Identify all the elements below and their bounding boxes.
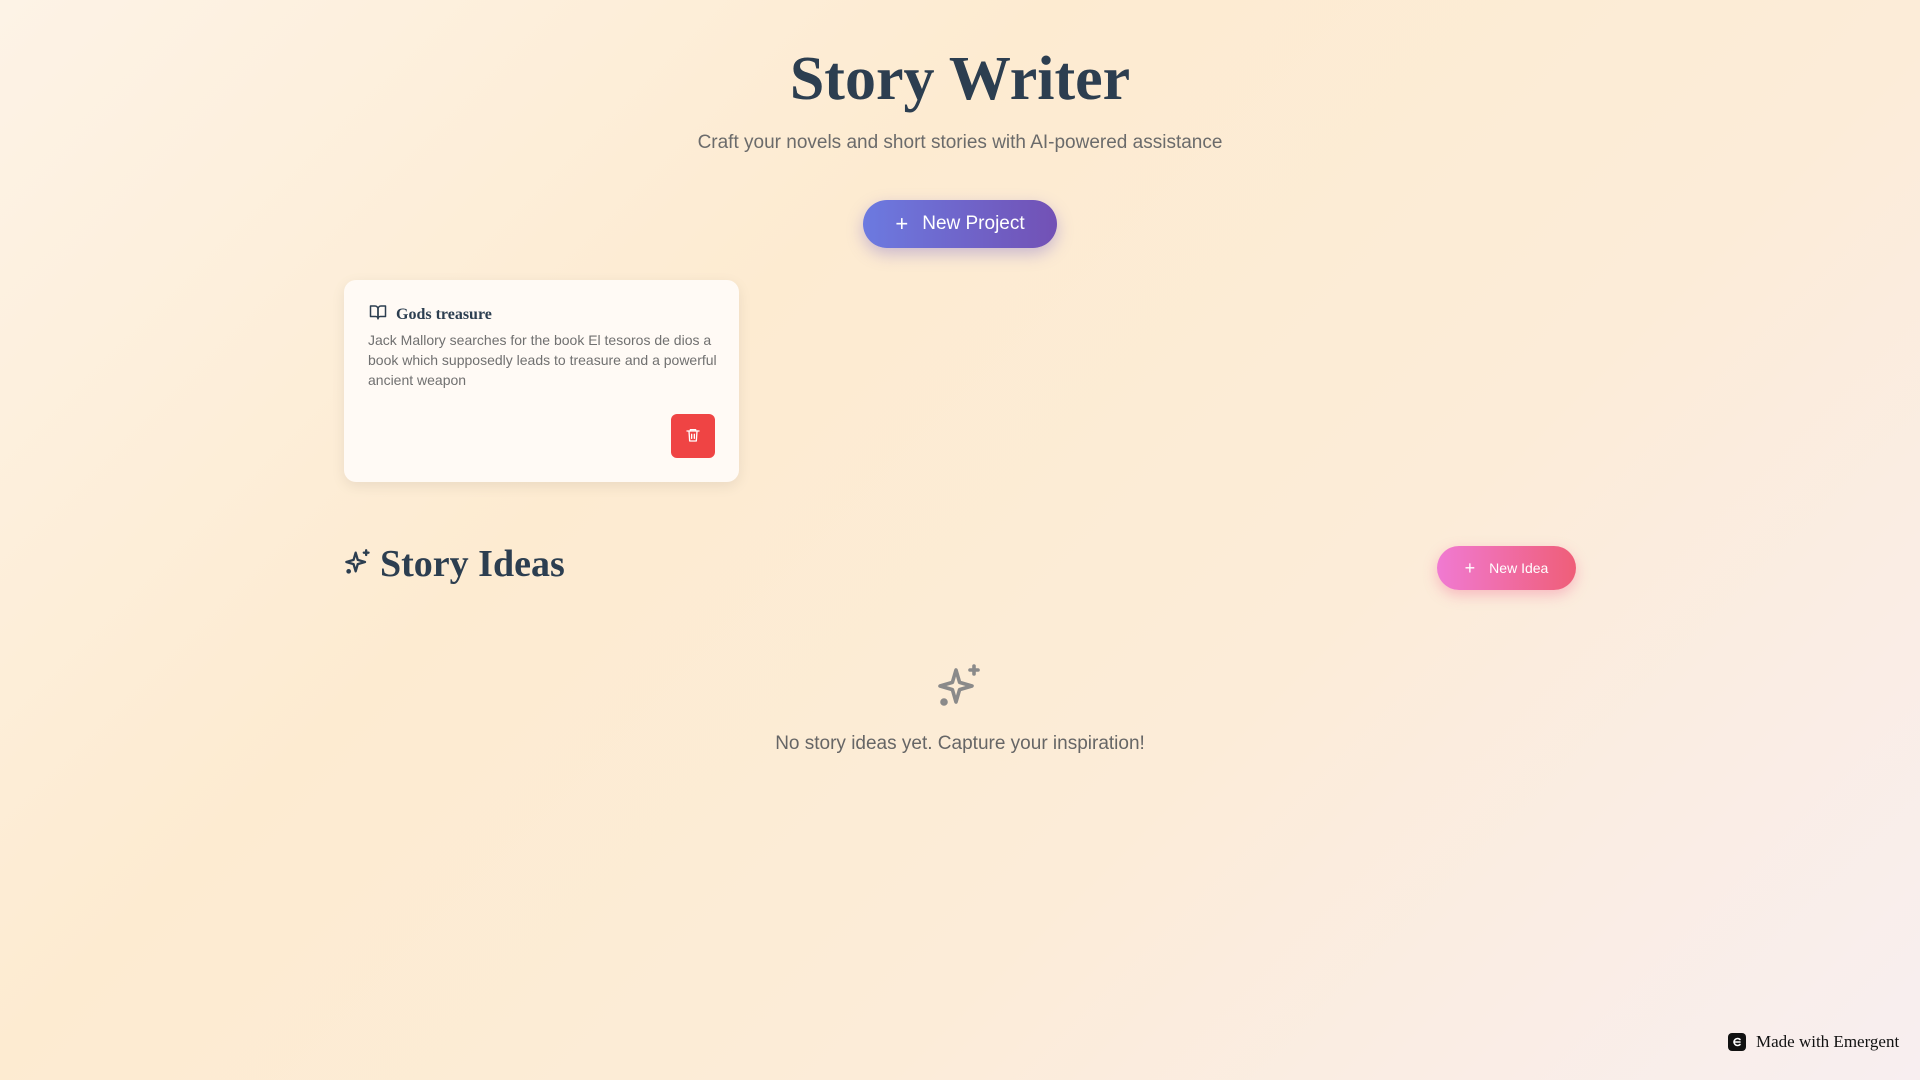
- project-card[interactable]: Gods treasure Jack Mallory searches for …: [344, 280, 739, 482]
- delete-project-button[interactable]: [671, 414, 715, 458]
- project-title: Gods treasure: [396, 305, 492, 323]
- sparkles-icon: [936, 662, 984, 715]
- page-subtitle: Craft your novels and short stories with…: [697, 132, 1223, 153]
- sparkles-icon: [344, 548, 372, 581]
- project-description: Jack Mallory searches for the book El te…: [368, 332, 717, 388]
- header: Story Writer Craft your novels and short…: [0, 0, 1920, 154]
- page-title: Story Writer: [789, 45, 1131, 113]
- plus-icon: +: [895, 211, 909, 236]
- plus-icon: +: [1464, 558, 1476, 578]
- ideas-empty-state: No story ideas yet. Capture your inspira…: [0, 662, 1920, 755]
- trash-icon: [685, 427, 701, 446]
- empty-state-message: No story ideas yet. Capture your inspira…: [775, 733, 1145, 754]
- emergent-logo-icon: [1728, 1033, 1746, 1051]
- new-project-label: New Project: [922, 213, 1025, 234]
- badge-label: Made with Emergent: [1756, 1032, 1900, 1051]
- story-ideas-title: Story Ideas: [380, 543, 565, 585]
- new-project-button[interactable]: + New Project: [863, 200, 1057, 248]
- new-idea-button[interactable]: + New Idea: [1437, 546, 1576, 590]
- made-with-badge[interactable]: Made with Emergent: [1728, 1032, 1899, 1052]
- new-idea-label: New Idea: [1489, 560, 1549, 576]
- project-card-header: Gods treasure: [368, 303, 492, 326]
- book-open-icon: [368, 303, 388, 326]
- story-ideas-heading: Story Ideas: [344, 542, 565, 586]
